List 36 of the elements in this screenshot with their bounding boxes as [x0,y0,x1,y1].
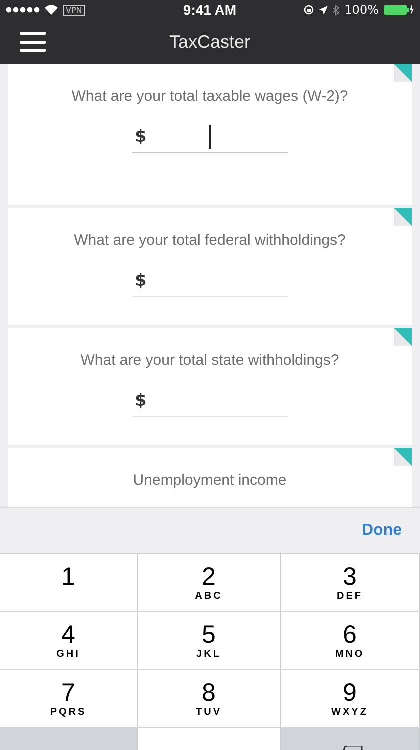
text-cursor [209,125,211,149]
wifi-icon [45,5,58,15]
keypad-key[interactable]: 4 GHI [0,612,138,669]
status-time: 9:41 AM [183,2,237,18]
currency-symbol: $ [135,271,147,291]
keypad-key[interactable]: 8 TUV [138,670,281,727]
bluetooth-icon [332,4,340,16]
app-title: TaxCaster [168,32,252,52]
question-label: Unemployment income [132,471,288,491]
keypad-key[interactable]: 7 PQRS [0,670,138,727]
amount-field[interactable]: $ [132,266,288,297]
vpn-badge: VPN [63,4,86,16]
question-label: What are your total taxable wages (W-2)? [70,87,350,107]
corner-flag-icon [394,64,412,82]
keypad-key[interactable]: 6 MNO [281,612,420,669]
currency-symbol: $ [135,127,147,147]
keypad-key[interactable]: 1 [0,554,138,611]
question-label: What are your total federal withholdings? [73,231,347,251]
keypad-key[interactable]: 2 ABC [138,554,281,611]
corner-flag-icon [394,208,412,226]
battery-charging-icon [384,5,414,15]
signal-icon [6,7,40,13]
amount-field[interactable]: $ [132,386,288,417]
lock-rotation-icon [304,5,314,15]
corner-flag-icon [394,448,412,466]
keypad-key[interactable]: 3 DEF [281,554,420,611]
menu-button[interactable] [20,32,46,52]
currency-symbol: $ [135,391,147,411]
keypad-key[interactable]: 5 JKL [138,612,281,669]
location-arrow-icon [318,6,328,14]
keypad-key[interactable]: 9 WXYZ [281,670,420,727]
corner-flag-icon [394,328,412,346]
done-button[interactable]: Done [356,520,408,540]
battery-percent: 100% [344,3,379,17]
amount-field[interactable]: $ [132,122,288,153]
question-label: What are your total state withholdings? [80,351,340,371]
